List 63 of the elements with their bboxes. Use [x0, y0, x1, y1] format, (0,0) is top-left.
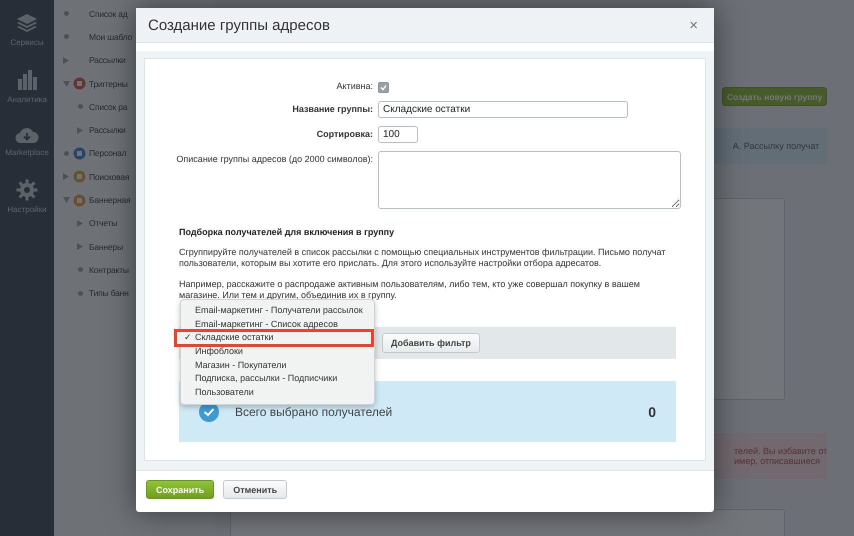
bullet-icon [64, 150, 68, 156]
dialog-title: Создание группы адресов [148, 16, 330, 34]
active-checkbox[interactable] [378, 82, 389, 93]
menu-item[interactable]: Мои шабло [89, 32, 132, 42]
collapsed-arrow-icon[interactable] [63, 56, 69, 64]
expanded-arrow-icon[interactable] [62, 80, 70, 87]
collapsed-arrow-icon[interactable] [77, 243, 83, 250]
menu-item[interactable]: Список ра [89, 102, 128, 112]
section-icon [73, 146, 86, 160]
menu-option[interactable]: ✓ Складские остатки [174, 329, 374, 348]
collapsed-arrow-icon[interactable] [63, 173, 69, 180]
total-label: Всего выбрано получателей [235, 404, 394, 418]
close-button[interactable]: × [685, 16, 702, 34]
section-icon [73, 77, 86, 90]
menu-item[interactable]: Триггерны [89, 78, 128, 89]
menu-option[interactable]: Магазин - Покупатели [181, 358, 374, 372]
menu-item[interactable]: Контракты [89, 264, 129, 275]
menu-option[interactable]: Email-маркетинг - Получатели рассылок [181, 304, 374, 318]
bullet-icon [78, 104, 82, 110]
menu-item[interactable]: Список ад [89, 8, 128, 19]
menu-option[interactable]: Инфоблоки [181, 345, 374, 359]
create-group-button[interactable]: Создать новую группу [722, 87, 828, 106]
menu-item[interactable]: Персонал [89, 148, 126, 158]
section-title: Подборка получателей для включения в группу [179, 227, 396, 237]
field-label: Активна: [336, 81, 373, 91]
bullet-icon [78, 267, 82, 272]
menu-item[interactable]: Отчеты [89, 218, 118, 228]
sort-field[interactable]: 100 [378, 126, 418, 143]
menu-option[interactable]: Пользователи [181, 386, 374, 400]
field-label: Сортировка: [316, 128, 373, 139]
expanded-arrow-icon[interactable] [62, 197, 70, 204]
section-icon [73, 194, 86, 207]
collapsed-arrow-icon[interactable] [77, 126, 83, 134]
description-field[interactable] [378, 151, 681, 209]
field-label: Описание группы адресов (до 2000 символов): [175, 153, 373, 164]
field-label: Название группы: [291, 103, 373, 114]
section-icon [73, 170, 86, 184]
add-filter-button[interactable]: Добавить фильтр [382, 333, 480, 353]
note-text: имер, отписавшиеся [734, 456, 821, 466]
description-text: Сгруппируйте получателей в список рассылки с помощью специальных инструментов фильтрации. Письмо получат пользователи, которым вы хотите его прислать. Для этого используйте настройки отбора адресатов. [179, 247, 666, 269]
menu-option[interactable]: Подписка, рассылки - Подписчики [181, 372, 374, 386]
menu-item[interactable]: Рассылки [89, 125, 126, 136]
description-text: Например, расскажите о распродаже активным пользователям, либо тем, кто уже совершал покупку в вашем магазине. Или тем и другим, объединив их в группу. [179, 279, 641, 301]
cancel-button[interactable]: Отменить [223, 480, 288, 499]
save-button[interactable]: Сохранить [146, 480, 214, 499]
collapsed-arrow-icon[interactable] [77, 220, 83, 227]
layers-icon[interactable] [16, 12, 38, 34]
menu-item[interactable]: Баннеры [89, 242, 123, 252]
menu-item[interactable]: Поисковая [89, 172, 130, 182]
total-count: 0 [648, 404, 656, 420]
note-text: телей. Вы избавите от [734, 446, 828, 456]
menu-item[interactable]: Рассылки [89, 55, 126, 66]
menu-item[interactable]: Баннерная [89, 195, 130, 206]
bar-chart-icon[interactable] [16, 69, 38, 91]
menu-option[interactable]: Email-маркетинг - Список адресов [181, 318, 374, 332]
settings-icon[interactable] [16, 179, 38, 201]
group-name-field[interactable]: Складские остатки [378, 101, 628, 118]
bullet-icon [64, 34, 68, 40]
bullet-icon [64, 11, 68, 16]
cloud-download-icon[interactable] [14, 126, 39, 144]
note-text: А. Рассылку получат [732, 141, 820, 151]
bullet-icon [78, 290, 82, 296]
menu-item[interactable]: Типы банн [89, 288, 129, 298]
